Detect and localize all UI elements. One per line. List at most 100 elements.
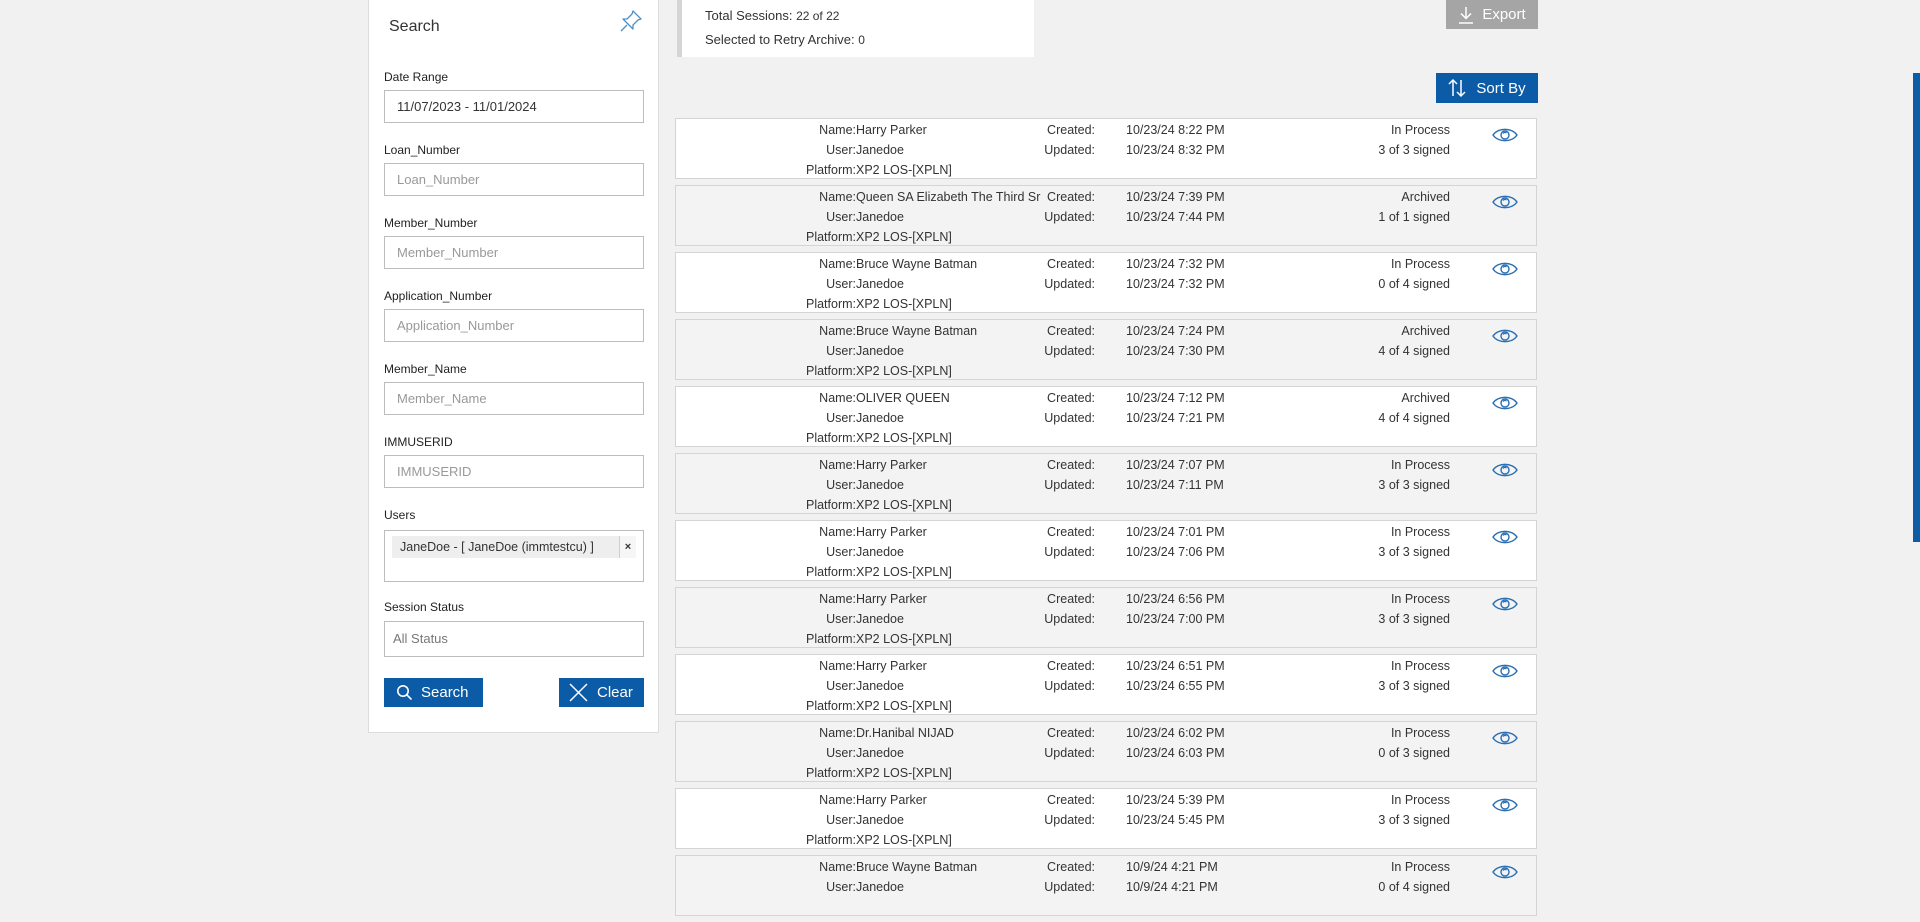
session-row[interactable]: Name: Harry Parker User: Janedoe Platform: XP… [675,788,1537,849]
session-user: Janedoe [856,210,904,224]
session-row[interactable]: Name: Bruce Wayne Batman User: Janedoe Platf… [675,252,1537,313]
updated-label: Updated: [1044,143,1095,157]
sort-by-button[interactable]: Sort By [1436,73,1538,103]
session-updated: 10/23/24 7:21 PM [1126,411,1225,425]
export-button[interactable]: Export [1446,0,1538,29]
updated-label: Updated: [1044,545,1095,559]
created-label: Created: [1047,592,1095,606]
session-platform: XP2 LOS-[XPLN] [856,766,952,780]
pin-icon[interactable] [618,8,644,34]
member-name-label: Member_Name [384,362,467,376]
user-chip: JaneDoe - [ JaneDoe (immtestcu) ] × [392,536,636,558]
session-updated: 10/23/24 7:32 PM [1126,277,1225,291]
member-name-input[interactable] [384,382,644,415]
session-row[interactable]: Name: Harry Parker User: Janedoe Platform: XP… [675,520,1537,581]
session-updated: 10/23/24 6:55 PM [1126,679,1225,693]
user-label: User: [826,411,856,425]
updated-label: Updated: [1044,344,1095,358]
date-range-input[interactable] [384,90,644,123]
session-created: 10/23/24 7:07 PM [1126,458,1225,472]
user-label: User: [826,545,856,559]
total-sessions-label: Total Sessions: [705,8,793,23]
session-summary: Total Sessions: 22 of 22 Selected to Ret… [677,0,1034,57]
session-user: Janedoe [856,411,904,425]
session-created: 10/23/24 7:24 PM [1126,324,1225,338]
session-row[interactable]: Name: Harry Parker User: Janedoe Platform: XP… [675,453,1537,514]
session-updated: 10/23/24 7:30 PM [1126,344,1225,358]
chip-remove-button[interactable]: × [619,536,636,558]
users-multiselect[interactable]: JaneDoe - [ JaneDoe (immtestcu) ] × [384,530,644,582]
session-row[interactable]: Name: Harry Parker User: Janedoe Platform: XP… [675,587,1537,648]
created-label: Created: [1047,190,1095,204]
session-user: Janedoe [856,478,904,492]
eye-icon[interactable] [1491,594,1519,614]
search-button[interactable]: Search [384,678,483,707]
member-number-input[interactable] [384,236,644,269]
total-sessions-text: Total Sessions: 22 of 22 [705,8,839,23]
eye-icon[interactable] [1491,862,1519,882]
signed-count: 3 of 3 signed [1378,813,1450,827]
scrollbar-thumb[interactable] [1913,73,1920,542]
eye-icon[interactable] [1491,795,1519,815]
application-number-label: Application_Number [384,289,493,303]
session-row[interactable]: Name: Bruce Wayne Batman User: Janedoe Creat… [675,855,1537,916]
session-status: In Process [1390,659,1450,673]
session-status: In Process [1390,793,1450,807]
session-platform: XP2 LOS-[XPLN] [856,498,952,512]
eye-icon[interactable] [1491,326,1519,346]
eye-icon[interactable] [1491,125,1519,145]
session-platform: XP2 LOS-[XPLN] [856,431,952,445]
signed-count: 3 of 3 signed [1378,679,1450,693]
session-row[interactable]: Name: Harry Parker User: Janedoe Platform: XP… [675,118,1537,179]
session-name: Harry Parker [856,793,927,807]
application-number-input[interactable] [384,309,644,342]
eye-icon[interactable] [1491,460,1519,480]
session-name: Harry Parker [856,123,927,137]
session-row[interactable]: Name: OLIVER QUEEN User: Janedoe Platform: XP… [675,386,1537,447]
session-row[interactable]: Name: Harry Parker User: Janedoe Platform: XP… [675,654,1537,715]
sort-icon [1448,78,1466,98]
eye-icon[interactable] [1491,192,1519,212]
name-label: Name: [819,391,856,405]
session-name: Queen SA Elizabeth The Third Sr [856,190,1041,204]
session-row[interactable]: Name: Queen SA Elizabeth The Third Sr User… [675,185,1537,246]
name-label: Name: [819,190,856,204]
user-label: User: [826,143,856,157]
signed-count: 3 of 3 signed [1378,545,1450,559]
created-label: Created: [1047,726,1095,740]
session-platform: XP2 LOS-[XPLN] [856,699,952,713]
eye-icon[interactable] [1491,661,1519,681]
platform-label: Platform: [805,364,856,378]
close-icon [569,683,588,702]
session-platform: XP2 LOS-[XPLN] [856,565,952,579]
session-status-select[interactable]: All Status [384,621,644,657]
session-status: In Process [1390,458,1450,472]
session-created: 10/9/24 4:21 PM [1126,860,1218,874]
session-status-label: Session Status [384,600,465,614]
session-name: Bruce Wayne Batman [856,860,978,874]
user-label: User: [826,478,856,492]
name-label: Name: [819,525,856,539]
date-range-label: Date Range [384,70,449,84]
signed-count: 4 of 4 signed [1378,411,1450,425]
immuserid-input[interactable] [384,455,644,488]
session-row[interactable]: Name: Bruce Wayne Batman User: Janedoe Platf… [675,319,1537,380]
eye-icon[interactable] [1491,728,1519,748]
eye-icon[interactable] [1491,393,1519,413]
total-sessions-value: 22 of 22 [796,9,840,23]
session-user: Janedoe [856,880,904,894]
clear-button[interactable]: Clear [559,678,644,707]
session-status: In Process [1390,123,1450,137]
session-name: Harry Parker [856,458,927,472]
platform-label: Platform: [805,431,856,445]
signed-count: 3 of 3 signed [1378,478,1450,492]
loan-number-input[interactable] [384,163,644,196]
session-status: Archived [1401,190,1450,204]
eye-icon[interactable] [1491,527,1519,547]
session-user: Janedoe [856,277,904,291]
session-row[interactable]: Name: Dr.Hanibal NIJAD User: Janedoe Platfor… [675,721,1537,782]
retry-archive-text: Selected to Retry Archive: 0 [705,32,865,47]
signed-count: 0 of 3 signed [1378,746,1450,760]
eye-icon[interactable] [1491,259,1519,279]
session-name: Harry Parker [856,525,927,539]
